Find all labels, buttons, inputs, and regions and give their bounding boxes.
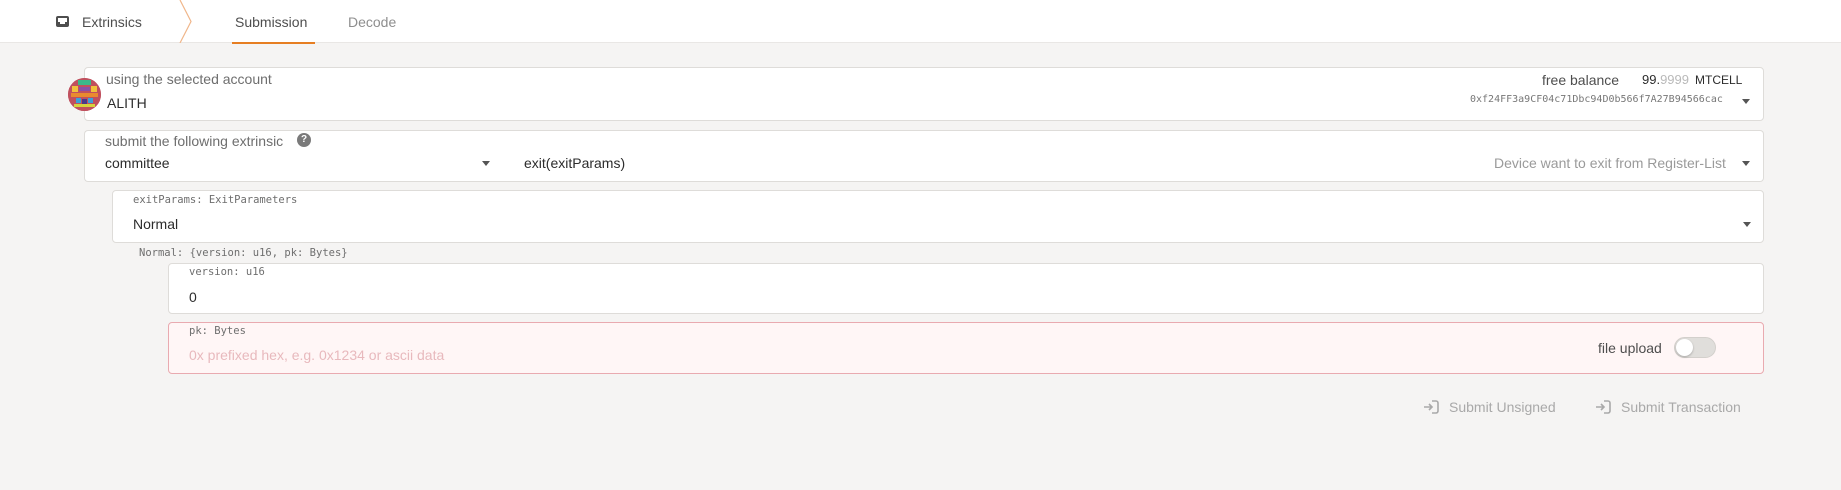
submit-unsigned-label: Submit Unsigned bbox=[1449, 399, 1556, 415]
top-navigation: Extrinsics Submission Decode bbox=[0, 0, 1841, 44]
inbox-icon bbox=[55, 15, 70, 28]
submit-transaction-button[interactable]: Submit Transaction bbox=[1595, 399, 1741, 415]
pk-label: pk: Bytes bbox=[189, 325, 246, 337]
extrinsic-pallet: committee bbox=[105, 155, 170, 171]
file-upload-label: file upload bbox=[1598, 340, 1662, 356]
submit-transaction-label: Submit Transaction bbox=[1621, 399, 1741, 415]
exit-params-value: Normal bbox=[133, 216, 179, 232]
toggle-knob bbox=[1676, 339, 1693, 356]
free-balance-label: free balance bbox=[1542, 72, 1620, 88]
help-icon[interactable]: ? bbox=[297, 133, 311, 147]
account-name: ALITH bbox=[107, 95, 147, 111]
free-balance-value: 99.9999 bbox=[1642, 72, 1689, 87]
exit-params-label: exitParams: ExitParameters bbox=[133, 194, 298, 206]
account-address: 0xf24FF3a9CF04c71Dbc94D0b566f7A27B94566c… bbox=[1470, 94, 1723, 105]
version-input[interactable] bbox=[168, 263, 1764, 314]
balance-unit: MTCELL bbox=[1695, 73, 1743, 87]
extrinsic-label: submit the following extrinsic bbox=[105, 133, 284, 149]
tab-submission[interactable]: Submission bbox=[231, 0, 316, 44]
extrinsic-method-description: Device want to exit from Register-List bbox=[1494, 155, 1726, 171]
submit-unsigned-button[interactable]: Submit Unsigned bbox=[1423, 399, 1556, 415]
breadcrumb-chevron-icon bbox=[179, 0, 192, 43]
sign-in-icon bbox=[1596, 400, 1611, 414]
extrinsics-breadcrumb[interactable]: Extrinsics bbox=[55, 0, 142, 43]
account-dropdown-caret-icon[interactable] bbox=[1742, 99, 1750, 104]
exit-params-caret-icon[interactable] bbox=[1743, 222, 1751, 227]
pk-placeholder: 0x prefixed hex, e.g. 0x1234 or ascii da… bbox=[189, 347, 445, 363]
pallet-dropdown-caret-icon[interactable] bbox=[482, 161, 490, 166]
sign-in-icon bbox=[1424, 400, 1439, 414]
version-label: version: u16 bbox=[189, 266, 265, 278]
method-dropdown-caret-icon[interactable] bbox=[1742, 161, 1750, 166]
struct-type-hint: Normal: {version: u16, pk: Bytes} bbox=[139, 247, 348, 259]
file-upload-toggle[interactable] bbox=[1674, 337, 1716, 358]
account-avatar bbox=[68, 78, 101, 111]
extrinsics-label: Extrinsics bbox=[82, 13, 142, 30]
version-value: 0 bbox=[189, 289, 197, 305]
exit-params-selector[interactable] bbox=[112, 190, 1764, 243]
account-label: using the selected account bbox=[106, 71, 272, 87]
tab-decode[interactable]: Decode bbox=[348, 0, 396, 43]
extrinsic-method: exit(exitParams) bbox=[524, 155, 626, 171]
